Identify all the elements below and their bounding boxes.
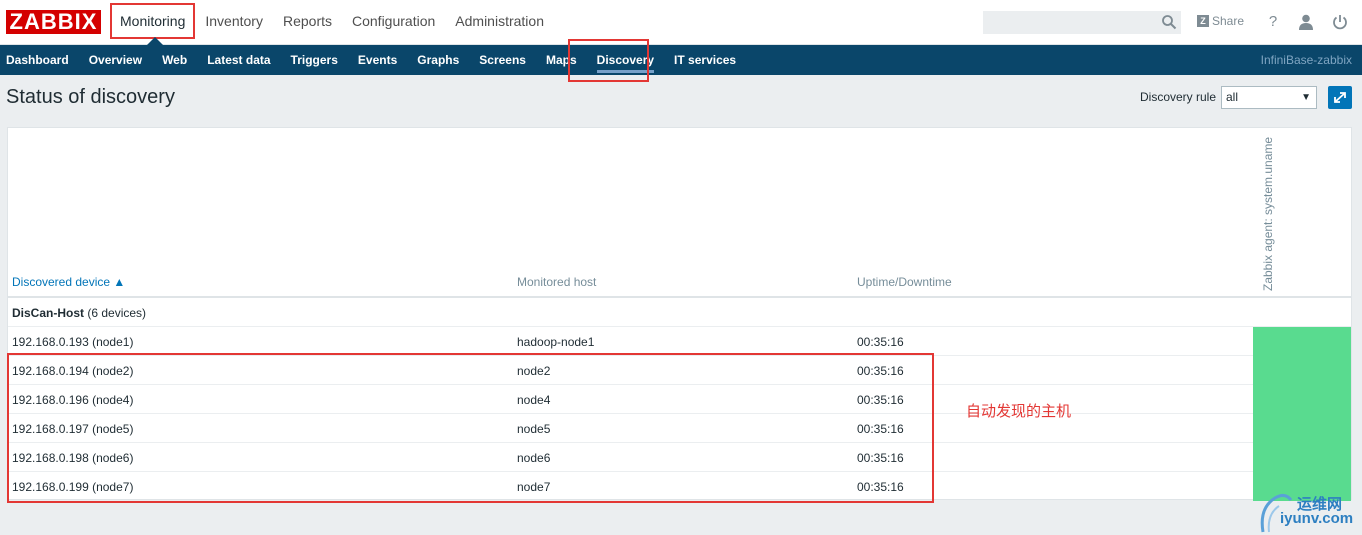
page-title: Status of discovery (6, 86, 175, 108)
device-cell: 192.168.0.193 (node1) (12, 335, 134, 349)
host-cell: node7 (517, 480, 551, 494)
sign-out-icon[interactable] (1331, 13, 1349, 31)
tab-web[interactable]: Web (152, 45, 197, 75)
tab-maps[interactable]: Maps (536, 45, 587, 75)
status-up-cell (1253, 327, 1351, 356)
tab-it-services[interactable]: IT services (664, 45, 746, 75)
discovery-rule-label: Discovery rule (1140, 90, 1217, 104)
table-row: 192.168.0.198 (node6) node6 00:35:16 (8, 443, 1351, 472)
search-icon[interactable] (1161, 14, 1177, 30)
chevron-down-icon: ▼ (1301, 92, 1311, 103)
top-header: ZABBIX Monitoring Inventory Reports Conf… (0, 0, 1362, 45)
host-cell: node2 (517, 364, 551, 378)
tab-graphs[interactable]: Graphs (407, 45, 469, 75)
server-name: InfiniBase-zabbix (1260, 53, 1352, 67)
tab-triggers[interactable]: Triggers (281, 45, 348, 75)
tab-events[interactable]: Events (348, 45, 407, 75)
device-cell: 192.168.0.194 (node2) (12, 364, 134, 378)
tab-discovery[interactable]: Discovery (587, 45, 664, 75)
annotation-text: 自动发现的主机 (966, 403, 1072, 420)
status-up-cell (1253, 356, 1351, 385)
column-discovered-device[interactable]: Discovered device ▲ (12, 275, 125, 289)
group-count: (6 devices) (87, 306, 147, 320)
sub-navigation: Dashboard Overview Web Latest data Trigg… (0, 45, 1362, 75)
table-row: 192.168.0.197 (node5) node5 00:35:16 (8, 414, 1351, 443)
host-cell: node4 (517, 393, 551, 407)
fullscreen-icon (1334, 92, 1346, 103)
group-label: DisCan-Host (6 devices) (12, 306, 146, 320)
discovery-rule-value: all (1226, 90, 1239, 104)
table-row: 192.168.0.196 (node4) node4 00:35:16 (8, 385, 1351, 414)
sub-menu: Dashboard Overview Web Latest data Trigg… (0, 45, 746, 75)
table-row: 192.168.0.194 (node2) node2 00:35:16 (8, 356, 1351, 385)
user-profile-icon[interactable] (1297, 13, 1315, 31)
menu-monitoring[interactable]: Monitoring (110, 3, 196, 39)
device-cell: 192.168.0.197 (node5) (12, 422, 134, 436)
menu-inventory[interactable]: Inventory (195, 3, 273, 39)
column-check-zabbix-agent: Zabbix agent: system.uname (1261, 136, 1275, 291)
help-icon[interactable]: ? (1264, 13, 1282, 31)
device-cell: 192.168.0.196 (node4) (12, 393, 134, 407)
share-label: Share (1212, 14, 1245, 28)
host-cell: node5 (517, 422, 551, 436)
active-menu-pointer (147, 37, 163, 45)
uptime-cell: 00:35:16 (857, 451, 904, 465)
device-cell: 192.168.0.199 (node7) (12, 480, 134, 494)
uptime-cell: 00:35:16 (857, 335, 904, 349)
uptime-cell: 00:35:16 (857, 422, 904, 436)
device-cell: 192.168.0.198 (node6) (12, 451, 134, 465)
status-up-cell (1253, 385, 1351, 414)
tab-overview[interactable]: Overview (79, 45, 152, 75)
menu-configuration[interactable]: Configuration (342, 3, 445, 39)
tab-screens[interactable]: Screens (469, 45, 536, 75)
menu-reports[interactable]: Reports (273, 3, 342, 39)
fullscreen-button[interactable] (1328, 86, 1352, 109)
host-cell: hadoop-node1 (517, 335, 595, 349)
host-cell: node6 (517, 451, 551, 465)
main-menu: Monitoring Inventory Reports Configurati… (110, 3, 554, 39)
watermark-text-url: iyunv.com (1280, 510, 1354, 527)
search-input[interactable] (983, 11, 1181, 34)
group-name: DisCan-Host (12, 306, 85, 320)
zabbix-logo[interactable]: ZABBIX (6, 10, 101, 34)
discovery-rule-select[interactable]: all ▼ (1221, 86, 1317, 109)
uptime-cell: 00:35:16 (857, 393, 904, 407)
table-row: 192.168.0.193 (node1) hadoop-node1 00:35… (8, 327, 1351, 356)
tab-dashboard[interactable]: Dashboard (0, 45, 79, 75)
table-row: 192.168.0.199 (node7) node7 00:35:16 (8, 472, 1351, 501)
group-row: DisCan-Host (6 devices) (8, 298, 1351, 327)
status-up-cell (1253, 414, 1351, 443)
menu-administration[interactable]: Administration (445, 3, 554, 39)
column-monitored-host: Monitored host (517, 275, 597, 289)
uptime-cell: 00:35:16 (857, 480, 904, 494)
tab-latest-data[interactable]: Latest data (197, 45, 280, 75)
share-link[interactable]: Z Share (1197, 14, 1244, 28)
share-icon: Z (1197, 15, 1209, 27)
column-uptime: Uptime/Downtime (857, 275, 952, 289)
status-up-cell (1253, 443, 1351, 472)
uptime-cell: 00:35:16 (857, 364, 904, 378)
